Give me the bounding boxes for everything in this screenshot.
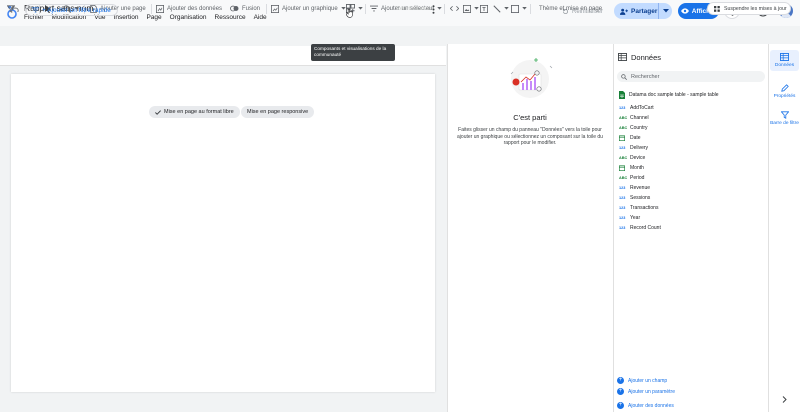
community-chevron-icon [358, 7, 363, 10]
filter-icon [780, 111, 789, 119]
image-icon[interactable] [463, 2, 479, 15]
add-chart-chevron-icon [340, 7, 346, 10]
pause-updates-button[interactable]: Suspendre les mises à jour [707, 2, 791, 15]
number-type-icon: 123 [619, 186, 626, 190]
get-started-description: Faites glisser un champ du panneau "Donn… [457, 127, 603, 146]
data-table-icon [780, 53, 789, 61]
add-data-source-button[interactable]: + Ajouter des données [617, 402, 674, 409]
side-rail [768, 44, 800, 412]
blend-button[interactable]: Fusion [230, 2, 260, 15]
data-search-input[interactable]: Rechercher [617, 71, 765, 82]
theme-layout-button[interactable]: Thème et mise en page [539, 2, 602, 15]
add-icon: + [617, 402, 624, 409]
menu-insert[interactable]: Insertion [114, 14, 139, 21]
data-source-item[interactable]: Datama doc sample table - sample table [619, 91, 719, 99]
text-type-icon: ABC [619, 156, 628, 160]
number-type-icon: 123 [619, 146, 626, 150]
add-parameter-button[interactable]: + Ajouter un paramètre [617, 388, 675, 395]
filter-more-options-icon[interactable] [432, 5, 435, 14]
share-dropdown-chevron-icon[interactable] [658, 3, 672, 19]
sheets-icon [619, 91, 625, 99]
menu-page[interactable]: Page [146, 14, 161, 21]
rail-data-tab[interactable]: Données [770, 50, 799, 71]
calendar-icon [619, 165, 626, 171]
field-item[interactable]: 123 Delivery [619, 145, 648, 151]
add-data-button[interactable]: Ajouter des données [156, 2, 222, 15]
search-placeholder: Rechercher [631, 73, 660, 80]
number-type-icon: 123 [619, 226, 626, 230]
pause-updates-label: Suspendre les mises à jour [724, 5, 787, 12]
check-icon [155, 109, 161, 115]
menu-resource[interactable]: Ressource [215, 14, 246, 21]
report-page[interactable] [11, 74, 435, 392]
add-chart-icon [271, 4, 279, 13]
add-control-icon [370, 5, 378, 12]
add-person-icon [620, 8, 628, 15]
shape-icon[interactable] [511, 2, 527, 15]
field-item[interactable]: 123 Year [619, 215, 640, 221]
rail-properties-tab[interactable]: Propriétés [770, 84, 799, 99]
pause-icon [714, 5, 720, 12]
field-item[interactable]: Date [619, 135, 641, 141]
add-chart-button[interactable]: Ajouter un graphique [271, 2, 346, 15]
line-icon[interactable] [493, 2, 509, 15]
text-type-icon: ABC [619, 116, 628, 120]
text-type-icon: ABC [619, 126, 628, 130]
number-type-icon: 123 [619, 216, 626, 220]
field-item[interactable]: Month [619, 165, 644, 171]
search-icon [621, 73, 627, 80]
data-panel-icon [618, 53, 627, 61]
quick-filter-button[interactable]: + Ajouter un filtre rapide [25, 4, 118, 16]
number-type-icon: 123 [619, 206, 626, 210]
number-type-icon: 123 [619, 106, 626, 110]
blend-icon [230, 5, 239, 12]
data-panel-title: Données [631, 53, 662, 62]
field-item[interactable]: ABC Country [619, 125, 648, 131]
field-item[interactable]: 123 Transactions [619, 205, 658, 211]
field-item[interactable]: ABC Channel [619, 115, 649, 121]
embed-code-icon[interactable] [450, 2, 459, 15]
chart-illustration-icon [505, 56, 555, 102]
free-layout-option[interactable]: Mise en page au format libre [149, 106, 240, 118]
pencil-icon [780, 84, 789, 92]
mouse-cursor-icon [346, 7, 353, 20]
filter-icon[interactable] [7, 5, 15, 13]
add-icon: + [617, 377, 624, 384]
rail-filter-bar-tab[interactable]: Barre de filtre [770, 111, 799, 126]
eye-icon [680, 8, 689, 14]
filter-list-icon [32, 7, 39, 13]
text-box-icon[interactable] [480, 2, 488, 15]
share-label: Partager [631, 7, 658, 15]
tooltip: Composants et visualisations de la commu… [311, 44, 395, 61]
toolbar [0, 26, 800, 43]
add-control-chevron-icon [437, 7, 443, 10]
field-item[interactable]: ABC Period [619, 175, 644, 181]
field-item[interactable]: 123 AddToCart [619, 105, 654, 111]
calendar-icon [619, 135, 626, 141]
field-item[interactable]: 123 Sessions [619, 195, 650, 201]
menu-arrange[interactable]: Organisation [170, 14, 207, 21]
get-started-title: C'est parti [513, 113, 547, 122]
text-type-icon: ABC [619, 176, 628, 180]
add-icon: + [617, 388, 624, 395]
reset-filters-label: Réinitialisation [396, 6, 432, 12]
add-data-icon [156, 4, 164, 13]
field-item[interactable]: 123 Revenue [619, 185, 650, 191]
chevron-right-icon[interactable] [782, 396, 787, 403]
number-type-icon: 123 [619, 196, 626, 200]
quick-filter-label: + Ajouter un filtre rapide [42, 6, 111, 14]
responsive-layout-option[interactable]: Mise en page responsive [241, 106, 315, 118]
menu-help[interactable]: Aide [254, 14, 267, 21]
field-item[interactable]: 123 Record Count [619, 225, 661, 231]
share-button[interactable]: Partager [614, 3, 672, 19]
field-item[interactable]: ABC Device [619, 155, 645, 161]
add-field-button[interactable]: + Ajouter un champ [617, 377, 667, 384]
